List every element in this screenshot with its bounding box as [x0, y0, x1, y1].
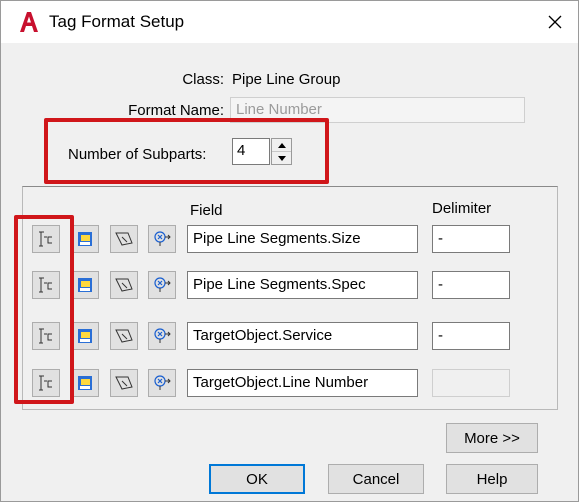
select-property-button[interactable]: [71, 369, 99, 397]
edit-subpart-button[interactable]: [32, 369, 60, 397]
select-property-button[interactable]: [71, 271, 99, 299]
select-property-button[interactable]: [71, 225, 99, 253]
arrow-down-icon: [277, 156, 286, 161]
field-input[interactable]: TargetObject.Service: [187, 322, 418, 350]
edit-subpart-button[interactable]: [32, 322, 60, 350]
field-column-header: Field: [190, 202, 223, 219]
autocad-logo-icon: [20, 12, 38, 32]
pick-object-icon: [154, 375, 171, 390]
more-button[interactable]: More >>: [446, 423, 538, 453]
pick-object-button[interactable]: [148, 271, 176, 299]
field-input[interactable]: TargetObject.Line Number: [187, 369, 418, 397]
field-input[interactable]: Pipe Line Segments.Spec: [187, 271, 418, 299]
subpart-row: Pipe Line Segments.Size -: [1, 225, 579, 261]
subparts-spinner[interactable]: [271, 138, 292, 165]
select-property-icon: [78, 329, 92, 343]
select-property-icon: [78, 278, 92, 292]
eraser-icon: [115, 232, 133, 246]
pick-object-button[interactable]: [148, 225, 176, 253]
delete-subpart-button[interactable]: [110, 369, 138, 397]
select-property-icon: [78, 376, 92, 390]
spin-down-button[interactable]: [272, 152, 291, 165]
pick-object-button[interactable]: [148, 369, 176, 397]
delimiter-input[interactable]: -: [432, 225, 510, 253]
class-label: Class:: [182, 71, 224, 88]
format-name-label: Format Name:: [128, 102, 224, 119]
class-value: Pipe Line Group: [232, 71, 341, 88]
dialog-title: Tag Format Setup: [49, 12, 185, 31]
ok-button[interactable]: OK: [209, 464, 305, 494]
cancel-button[interactable]: Cancel: [328, 464, 424, 494]
delete-subpart-button[interactable]: [110, 322, 138, 350]
close-icon: [548, 15, 562, 29]
close-button[interactable]: [532, 1, 578, 43]
eraser-icon: [115, 329, 133, 343]
delete-subpart-button[interactable]: [110, 271, 138, 299]
subpart-row: TargetObject.Line Number: [1, 369, 579, 405]
tag-format-setup-dialog: Tag Format Setup Class: Pipe Line Group …: [0, 0, 579, 502]
pick-object-button[interactable]: [148, 322, 176, 350]
pick-object-icon: [154, 277, 171, 292]
subpart-row: Pipe Line Segments.Spec -: [1, 271, 579, 307]
pick-object-icon: [154, 328, 171, 343]
edit-subpart-icon: [39, 231, 52, 247]
select-property-icon: [78, 232, 92, 246]
title-bar: Tag Format Setup: [1, 1, 578, 43]
edit-subpart-button[interactable]: [32, 271, 60, 299]
delimiter-input: [432, 369, 510, 397]
eraser-icon: [115, 376, 133, 390]
edit-subpart-icon: [39, 375, 52, 391]
subparts-input[interactable]: 4: [232, 138, 270, 165]
edit-subpart-icon: [39, 277, 52, 293]
arrow-up-icon: [277, 142, 286, 148]
field-input[interactable]: Pipe Line Segments.Size: [187, 225, 418, 253]
eraser-icon: [115, 278, 133, 292]
delimiter-input[interactable]: -: [432, 271, 510, 299]
spin-up-button[interactable]: [272, 139, 291, 152]
subpart-row: TargetObject.Service -: [1, 322, 579, 358]
help-button[interactable]: Help: [446, 464, 538, 494]
subparts-label: Number of Subparts:: [68, 146, 207, 163]
edit-subpart-icon: [39, 328, 52, 344]
select-property-button[interactable]: [71, 322, 99, 350]
format-name-field: Line Number: [230, 97, 525, 123]
pick-object-icon: [154, 231, 171, 246]
delimiter-input[interactable]: -: [432, 322, 510, 350]
delimiter-column-header: Delimiter: [432, 200, 492, 217]
delete-subpart-button[interactable]: [110, 225, 138, 253]
edit-subpart-button[interactable]: [32, 225, 60, 253]
